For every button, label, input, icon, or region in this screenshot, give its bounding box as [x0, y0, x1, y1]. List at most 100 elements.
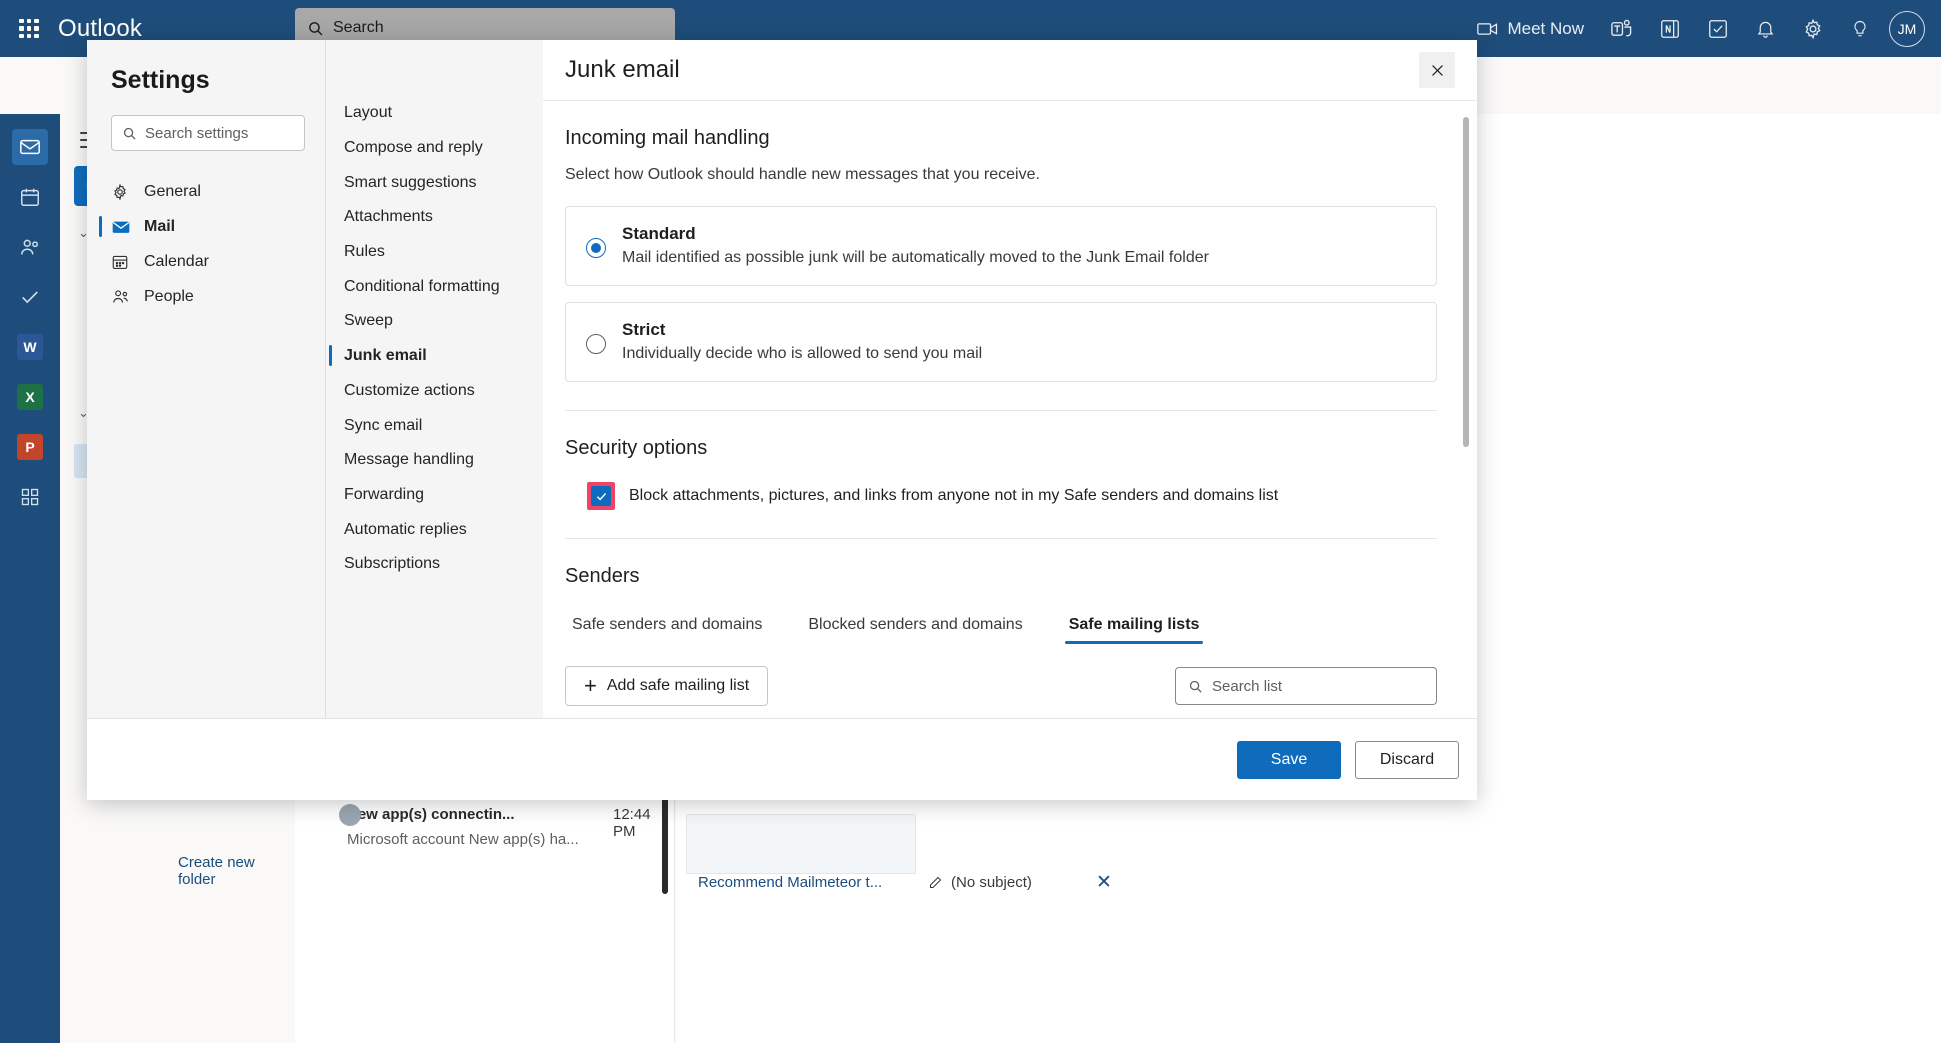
settings-content: Junk email Incoming mail handling Select… — [543, 40, 1477, 718]
tab-blocked-senders-and-domains[interactable]: Blocked senders and domains — [804, 608, 1026, 644]
message-sender: New app(s) connectin... — [347, 806, 515, 823]
search-icon — [309, 21, 323, 35]
list-actions: + Add safe mailing list Search list — [565, 666, 1437, 706]
subnav-item-rules[interactable]: Rules — [326, 235, 543, 270]
search-icon — [1189, 680, 1202, 693]
settings-category-list: General Mail Calendar People — [87, 174, 325, 314]
subnav-item-message-handling[interactable]: Message handling — [326, 443, 543, 478]
subnav-item-label: Automatic replies — [344, 520, 467, 538]
subnav-item-sweep[interactable]: Sweep — [326, 304, 543, 339]
discard-button[interactable]: Discard — [1355, 740, 1459, 779]
message-avatar — [339, 804, 361, 826]
lightbulb-icon[interactable] — [1837, 0, 1883, 57]
block-attachments-checkbox[interactable] — [591, 486, 611, 506]
subnav-item-layout[interactable]: Layout — [326, 96, 543, 131]
scrollbar-thumb[interactable] — [1463, 117, 1469, 447]
subnav-item-label: Sweep — [344, 312, 393, 330]
incoming-description: Select how Outlook should handle new mes… — [565, 166, 1040, 183]
divider — [565, 410, 1437, 411]
subnav-item-label: Customize actions — [344, 381, 475, 399]
compose-tab-title[interactable]: Recommend Mailmeteor t... — [698, 874, 882, 891]
option-title: Strict — [622, 320, 666, 339]
search-placeholder: Search — [333, 19, 384, 36]
rail-apps-icon[interactable] — [12, 479, 48, 515]
rail-excel-icon[interactable]: X — [12, 379, 48, 415]
option-title: Standard — [622, 224, 696, 243]
subnav-item-subscriptions[interactable]: Subscriptions — [326, 547, 543, 582]
option-standard[interactable]: Standard Mail identified as possible jun… — [565, 206, 1437, 286]
rail-mail-icon[interactable] — [12, 129, 48, 165]
checkbox-highlight — [587, 482, 615, 510]
calendar-icon — [111, 253, 133, 271]
search-list-input[interactable]: Search list — [1175, 667, 1437, 705]
page-title: Junk email — [565, 56, 680, 83]
create-new-folder-link[interactable]: Create new folder — [178, 854, 295, 888]
rail-calendar-icon[interactable] — [12, 179, 48, 215]
rail-powerpoint-icon[interactable]: P — [12, 429, 48, 465]
subnav-item-forwarding[interactable]: Forwarding — [326, 478, 543, 513]
rail-word-icon[interactable]: W — [12, 329, 48, 365]
tab-safe-senders-and-domains[interactable]: Safe senders and domains — [568, 608, 766, 644]
subnav-item-label: Attachments — [344, 208, 433, 226]
subnav-item-label: Junk email — [344, 347, 427, 365]
sidebar-item-label: Calendar — [144, 252, 209, 270]
security-heading: Security options — [565, 437, 708, 459]
sidebar-item-calendar[interactable]: Calendar — [87, 244, 325, 279]
message-preview: Microsoft account New app(s) ha... — [347, 831, 579, 848]
rail-todo-icon[interactable] — [12, 279, 48, 315]
top-bar-actions: Meet Now JM — [1464, 0, 1933, 57]
envelope-icon — [111, 217, 133, 237]
checkbox-label: Block attachments, pictures, and links f… — [629, 487, 1279, 504]
tab-label: Blocked senders and domains — [808, 616, 1023, 633]
subnav-item-compose-and-reply[interactable]: Compose and reply — [326, 131, 543, 166]
sidebar-item-general[interactable]: General — [87, 174, 325, 209]
subnav-item-sync-email[interactable]: Sync email — [326, 408, 543, 443]
todo-icon[interactable] — [1694, 0, 1742, 57]
settings-search-input[interactable]: Search settings — [111, 115, 305, 151]
subnav-item-label: Rules — [344, 243, 385, 261]
subnav-item-label: Subscriptions — [344, 555, 441, 573]
tab-safe-mailing-lists[interactable]: Safe mailing lists — [1064, 608, 1204, 644]
subnav-item-smart-suggestions[interactable]: Smart suggestions — [326, 165, 543, 200]
save-button[interactable]: Save — [1237, 740, 1341, 779]
subnav-item-automatic-replies[interactable]: Automatic replies — [326, 512, 543, 547]
subnav-item-label: Layout — [344, 104, 393, 122]
teams-icon[interactable] — [1597, 0, 1646, 57]
subnav-item-attachments[interactable]: Attachments — [326, 200, 543, 235]
subnav-item-label: Sync email — [344, 416, 423, 434]
plus-icon: + — [584, 673, 597, 698]
onenote-icon[interactable] — [1646, 0, 1694, 57]
sidebar-item-people[interactable]: People — [87, 279, 325, 314]
rail-people-icon[interactable] — [12, 229, 48, 265]
subnav-item-customize-actions[interactable]: Customize actions — [326, 374, 543, 409]
compose-close-icon[interactable]: ✕ — [1096, 871, 1112, 894]
waffle-icon[interactable] — [14, 14, 44, 44]
subnav-item-junk-email[interactable]: Junk email — [326, 339, 543, 374]
incoming-heading: Incoming mail handling — [565, 127, 770, 149]
avatar[interactable]: JM — [1889, 10, 1925, 47]
close-icon[interactable] — [1419, 52, 1455, 88]
meet-now-button[interactable]: Meet Now — [1464, 0, 1597, 57]
settings-title: Settings — [111, 66, 210, 94]
brand-title: Outlook — [58, 14, 143, 42]
tab-label: Safe senders and domains — [572, 616, 763, 633]
security-checkbox-row[interactable]: Block attachments, pictures, and links f… — [565, 482, 1437, 510]
settings-search-placeholder: Search settings — [145, 124, 249, 142]
senders-heading: Senders — [565, 565, 640, 587]
content-scrollbar[interactable] — [1463, 117, 1469, 707]
senders-tabs: Safe senders and domains Blocked senders… — [565, 608, 1437, 644]
radio-standard[interactable] — [586, 238, 606, 258]
people-icon — [111, 287, 133, 306]
add-safe-mailing-list-button[interactable]: + Add safe mailing list — [565, 666, 769, 706]
bell-icon[interactable] — [1742, 0, 1789, 57]
subnav-item-label: Compose and reply — [344, 139, 483, 157]
sidebar-item-mail[interactable]: Mail — [87, 209, 325, 244]
option-strict[interactable]: Strict Individually decide who is allowe… — [565, 302, 1437, 382]
gear-icon[interactable] — [1789, 0, 1837, 57]
settings-nav: Settings Search settings General Mail Ca… — [87, 40, 325, 718]
content-header: Junk email — [543, 40, 1477, 101]
search-icon — [123, 127, 136, 140]
radio-strict[interactable] — [586, 334, 606, 354]
subnav-item-conditional-formatting[interactable]: Conditional formatting — [326, 269, 543, 304]
settings-dialog: Settings Search settings General Mail Ca… — [87, 40, 1477, 800]
